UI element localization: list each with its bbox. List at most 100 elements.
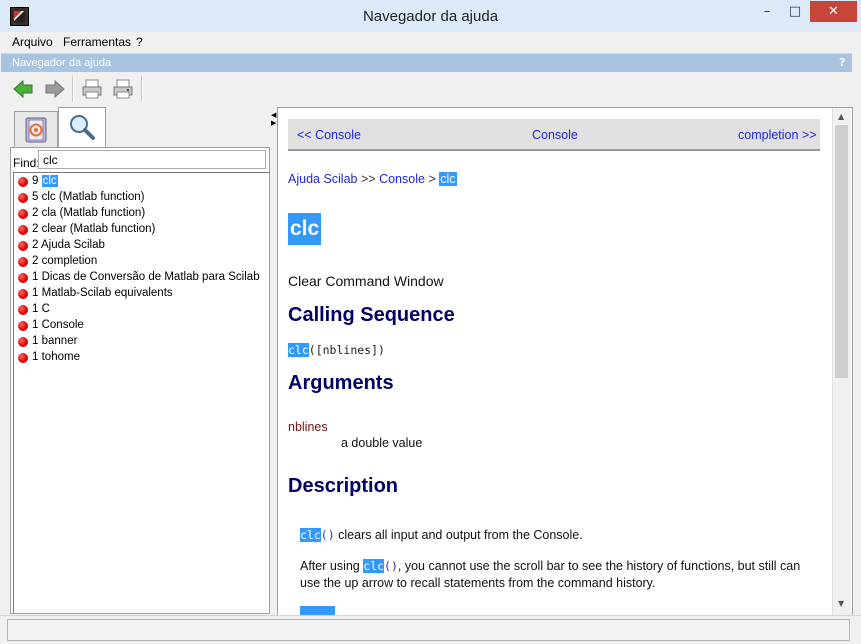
breadcrumb-current: clc [439,172,457,186]
nav-up-link[interactable]: Console [532,128,578,142]
minimize-button[interactable]: – [754,1,780,23]
result-label: Matlab-Scilab equivalents [41,287,173,299]
description-heading: Description [288,475,399,497]
result-label: clc [41,175,58,187]
description-paragraph: clc() clears all input and output from t… [300,527,820,544]
result-text: 1 tohome [32,351,80,363]
status-field [7,619,850,641]
result-hit-count: 2 [32,223,39,235]
page-purpose: Clear Command Window [288,273,444,289]
result-label: Dicas de Conversão de Matlab para Scilab [41,271,260,283]
argument-name: nblines [288,420,328,434]
breadcrumb-section-link[interactable]: Console [379,172,425,186]
menu-ferramentas[interactable]: Ferramentas [63,35,131,49]
result-hit-count: 1 [32,287,39,299]
title-bar: Navegador da ajuda – □ ✕ [0,0,861,33]
result-text: 5 clc (Matlab function) [32,191,145,203]
toolbar [1,72,852,105]
nav-next-link[interactable]: completion >> [738,128,817,142]
maximize-button[interactable]: □ [782,1,808,23]
result-text: 1 C [32,303,50,315]
result-label: clc (Matlab function) [41,191,145,203]
book-address-icon [25,117,47,143]
result-bullet-icon [18,353,28,363]
result-label: Console [41,319,84,331]
window-right-edge [853,32,861,615]
result-label: tohome [41,351,80,363]
help-header-label: Navegador da ajuda [12,57,112,69]
result-label: Ajuda Scilab [40,239,105,251]
breadcrumb: Ajuda Scilab >> Console > clc [288,172,457,186]
breadcrumb-root-link[interactable]: Ajuda Scilab [288,172,358,186]
result-label: C [41,303,50,315]
result-bullet-icon [18,321,28,331]
forward-arrow-icon[interactable] [44,78,66,100]
result-text: 1 banner [32,335,77,347]
menu-help[interactable]: ? [136,35,143,49]
result-label: banner [41,335,78,347]
description-paragraph: After using clc(), you cannot use the sc… [300,558,820,592]
help-browser-header: Navegador da ajuda ? [1,53,852,72]
tab-contents[interactable] [14,111,58,147]
result-bullet-icon [18,257,28,267]
toolbar-separator [141,76,143,102]
result-bullet-icon [18,289,28,299]
result-hit-count: 2 [32,239,39,251]
result-hit-count: 1 [32,319,39,331]
result-hit-count: 1 [32,351,39,363]
result-bullet-icon [18,225,28,235]
calling-fn-name: clc [288,343,309,357]
result-text: 2 completion [32,255,97,267]
result-text: 1 Console [32,319,84,331]
back-arrow-icon[interactable] [12,78,34,100]
splitter-collapse-arrows[interactable]: ◀ ▶ [271,111,276,127]
page-nav-bar: << Console Console completion >> [288,119,820,151]
result-text: 1 Matlab-Scilab equivalents [32,287,173,299]
result-text: 2 cla (Matlab function) [32,207,145,219]
vertical-scrollbar[interactable]: ▲ ▼ [832,108,851,615]
scrollbar-thumb[interactable] [835,125,848,378]
menu-arquivo[interactable]: Arquivo [12,35,53,49]
result-bullet-icon [18,193,28,203]
arguments-heading: Arguments [288,372,394,394]
result-hit-count: 5 [32,191,39,203]
result-hit-count: 1 [32,271,39,283]
search-results-list[interactable]: 9 clc 5 clc (Matlab function) 2 cla (Matla… [13,172,270,613]
result-text: 1 Dicas de Conversão de Matlab para Scil… [32,271,260,283]
search-panel: Find: 9 clc5 clc (Matlab function)2 cla … [10,147,270,614]
result-hit-count: 1 [32,303,39,315]
inline-code-paren: () [384,559,398,573]
tab-search[interactable] [58,107,106,148]
status-bar [0,615,861,644]
calling-args: ([nblines]) [308,343,385,357]
result-hit-count: 9 [32,175,39,187]
scroll-up-icon[interactable]: ▲ [838,112,844,121]
toolbar-separator [72,76,74,102]
result-label: completion [41,255,98,267]
magnifier-icon [70,115,95,140]
description-text: After using [300,559,364,573]
find-input[interactable] [38,150,266,169]
scroll-down-icon[interactable]: ▼ [838,599,844,608]
page-setup-icon[interactable] [112,78,134,100]
result-bullet-icon [18,177,28,187]
pane-splitter[interactable]: ◀ ▶ [270,107,276,614]
result-bullet-icon [18,241,28,251]
result-text: 9 clc [32,175,58,187]
find-label: Find: [13,156,40,170]
result-bullet-icon [18,305,28,315]
help-header-question-button[interactable]: ? [839,56,845,69]
window-title: Navegador da ajuda [362,8,499,25]
result-hit-count: 1 [32,335,39,347]
print-icon[interactable] [81,78,103,100]
calling-sequence-code: clc([nblines]) [288,343,385,357]
breadcrumb-separator: > [428,172,436,186]
result-text: 2 Ajuda Scilab [32,239,105,251]
nav-prev-link[interactable]: << Console [297,128,361,142]
breadcrumb-separator: >> [360,172,376,186]
inline-code-clc: clc [363,559,385,573]
inline-code-paren: () [320,528,335,542]
close-button[interactable]: ✕ [810,1,857,22]
result-hit-count: 2 [32,207,39,219]
calling-sequence-heading: Calling Sequence [288,304,455,326]
